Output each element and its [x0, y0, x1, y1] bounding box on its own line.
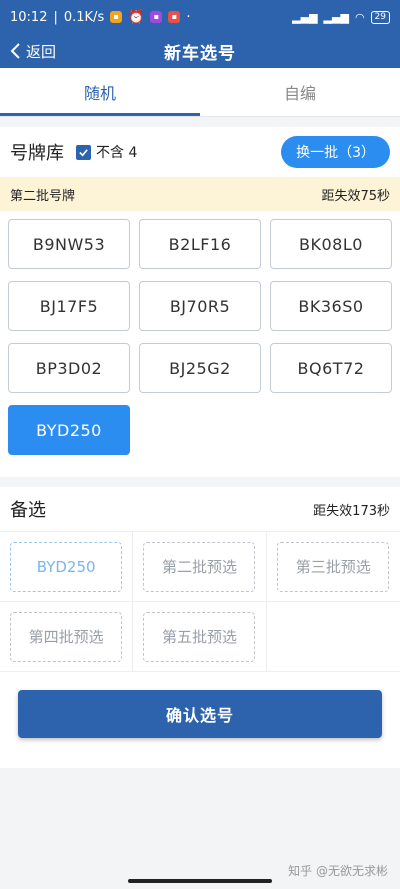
backup-slot-1[interactable]: BYD250 — [10, 541, 123, 592]
tab-custom[interactable]: 自编 — [200, 68, 400, 116]
backup-header: 备选 距失效173秒 — [0, 487, 400, 531]
status-speed: 0.1K/s — [63, 9, 105, 25]
signal-icon-2: ▂▄▆ — [323, 10, 349, 24]
back-label: 返回 — [26, 42, 57, 61]
app-notification-icon-3: ▪ — [168, 11, 181, 23]
exclude-4-checkbox[interactable] — [76, 144, 91, 160]
home-indicator[interactable] — [128, 879, 272, 883]
status-bar: 10:12 | 0.1K/s ▪ ⏰ ▪ ▪ · ▂▄▆ ▂▄▆ ◠ 29 — [0, 0, 400, 34]
refresh-batch-button[interactable]: 换一批（3） — [281, 136, 390, 168]
plate-option[interactable]: BK08L0 — [270, 219, 392, 269]
plate-option[interactable]: B2LF16 — [139, 219, 261, 269]
plate-pool-title: 号牌库 — [10, 143, 64, 164]
backup-section: 备选 距失效173秒 BYD250 第二批预选 第三批预选 第四批预选 第五批预… — [0, 487, 400, 672]
backup-cell: 第五批预选 — [133, 602, 267, 672]
status-time: 10:12 — [10, 9, 48, 25]
tab-random[interactable]: 随机 — [0, 68, 200, 116]
backup-cell: 第二批预选 — [133, 532, 267, 602]
plate-option[interactable]: BQ6T72 — [270, 343, 392, 393]
signal-icon: ▂▄▆ — [292, 10, 318, 24]
batch-label: 第二批号牌 — [10, 188, 76, 204]
batch-bar: 第二批号牌 距失效75秒 — [0, 177, 400, 211]
back-button[interactable]: 返回 — [10, 34, 56, 68]
status-dot: · — [186, 9, 191, 25]
backup-slot-2[interactable]: 第二批预选 — [143, 541, 256, 592]
backup-slot-3[interactable]: 第三批预选 — [277, 541, 390, 592]
watermark: 知乎 @无欲无求彬 — [288, 864, 388, 878]
nav-bar: 返回 新车选号 — [0, 34, 400, 68]
plate-grid: B9NW53 B2LF16 BK08L0 BJ17F5 BJ70R5 BK36S… — [0, 211, 400, 477]
plate-pool-header: 号牌库 不含 4 换一批（3） — [0, 127, 400, 177]
app-notification-icon: ▪ — [110, 11, 123, 23]
tab-bar: 随机 自编 — [0, 68, 400, 117]
backup-cell: BYD250 — [0, 532, 134, 602]
check-icon — [79, 148, 88, 156]
backup-cell: 第三批预选 — [266, 532, 400, 602]
battery-icon: 29 — [370, 10, 390, 24]
status-separator: | — [53, 9, 58, 25]
backup-countdown: 距失效173秒 — [313, 503, 390, 519]
backup-slot-4[interactable]: 第四批预选 — [10, 611, 123, 662]
plate-option[interactable]: BJ25G2 — [139, 343, 261, 393]
confirm-button[interactable]: 确认选号 — [18, 690, 382, 738]
backup-title: 备选 — [10, 500, 46, 521]
plate-option[interactable]: BJ70R5 — [139, 281, 261, 331]
batch-countdown: 距失效75秒 — [321, 188, 390, 204]
chevron-left-icon — [10, 43, 20, 59]
plate-option[interactable]: B9NW53 — [8, 219, 130, 269]
confirm-area: 确认选号 — [0, 672, 400, 768]
backup-slot-5[interactable]: 第五批预选 — [143, 611, 256, 662]
app-notification-icon-2: ▪ — [150, 11, 163, 23]
alarm-icon: ⏰ — [128, 9, 145, 25]
plate-option[interactable]: BP3D02 — [8, 343, 130, 393]
plate-option[interactable]: BK36S0 — [270, 281, 392, 331]
plate-option[interactable]: BJ17F5 — [8, 281, 130, 331]
backup-grid: BYD250 第二批预选 第三批预选 第四批预选 第五批预选 — [0, 531, 400, 672]
backup-cell-empty — [266, 602, 400, 672]
plate-pool-section: 号牌库 不含 4 换一批（3） 第二批号牌 距失效75秒 B9NW53 B2LF… — [0, 127, 400, 477]
plate-option-selected[interactable]: BYD250 — [8, 405, 130, 455]
page-title: 新车选号 — [164, 43, 236, 64]
backup-cell: 第四批预选 — [0, 602, 134, 672]
exclude-4-label[interactable]: 不含 4 — [96, 142, 137, 162]
wifi-icon: ◠ — [354, 10, 365, 24]
